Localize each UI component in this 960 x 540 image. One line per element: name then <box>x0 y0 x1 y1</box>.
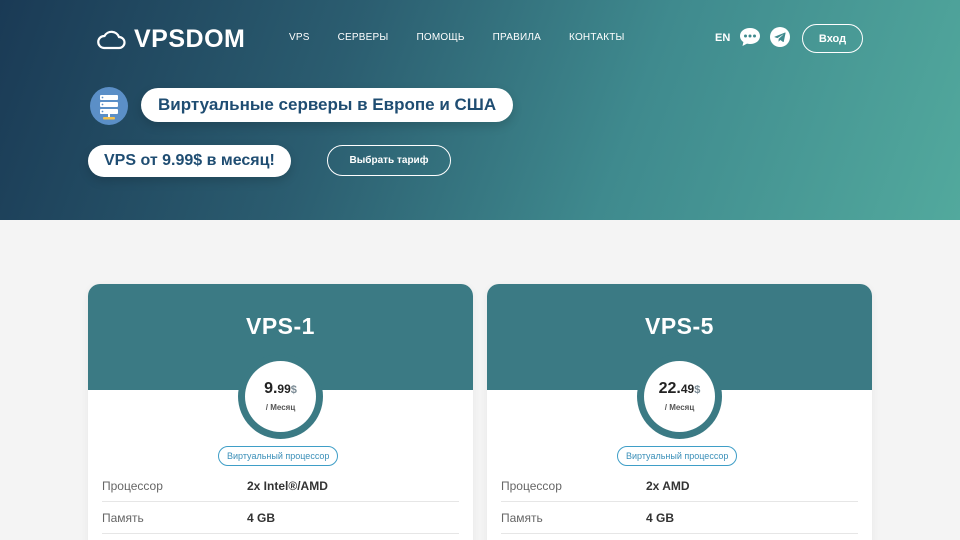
spec-value: 2x Intel®/AMD <box>247 478 328 493</box>
price-badge: 22.49$ / Месяц <box>637 354 722 439</box>
hero-headline: Виртуальные серверы в Европе и США <box>141 88 514 122</box>
spec-value: 2x AMD <box>646 478 690 493</box>
price-value: 9.99$ <box>264 380 297 397</box>
price-period: / Месяц <box>664 403 695 412</box>
cloud-icon <box>97 30 126 49</box>
nav-item-vps[interactable]: VPS <box>289 32 310 43</box>
server-icon <box>90 87 128 125</box>
price-value: 22.49$ <box>658 380 701 397</box>
spec-label: Процессор <box>102 478 163 493</box>
price-badge: 9.99$ / Месяц <box>238 354 323 439</box>
chat-bubble-icon[interactable] <box>739 27 761 47</box>
price-period: / Месяц <box>265 403 296 412</box>
choose-plan-button[interactable]: Выбрать тариф <box>327 145 451 176</box>
brand-name: VPSDOM <box>134 25 246 53</box>
spec-row-cpu: Процессор 2x Intel®/AMD <box>102 470 459 502</box>
nav-item-contacts[interactable]: КОНТАКТЫ <box>569 32 625 43</box>
hero-banner: VPSDOM VPS СЕРВЕРЫ ПОМОЩЬ ПРАВИЛА КОНТАК… <box>0 0 960 220</box>
spec-value: 4 GB <box>646 510 675 525</box>
spec-label: Процессор <box>501 478 562 493</box>
nav-item-help[interactable]: ПОМОЩЬ <box>416 32 464 43</box>
logo[interactable]: VPSDOM <box>96 25 245 54</box>
plan-card: VPS-5 22.49$ / Месяц Виртуальный процесс… <box>487 284 872 540</box>
cpu-type-tag: Виртуальный процессор <box>218 446 339 466</box>
spec-row-memory: Память 4 GB <box>501 502 858 534</box>
spec-label: Память <box>501 510 543 525</box>
plan-name: VPS-5 <box>645 313 714 339</box>
login-button[interactable]: Вход <box>802 24 863 53</box>
hero-price-pitch: VPS от 9.99$ в месяц! <box>88 145 291 177</box>
spec-row-memory: Память 4 GB <box>102 502 459 534</box>
cpu-type-tag: Виртуальный процессор <box>617 446 738 466</box>
spec-value: 4 GB <box>247 510 276 525</box>
spec-row-cpu: Процессор 2x AMD <box>501 470 858 502</box>
plan-name: VPS-1 <box>246 313 315 339</box>
language-switch[interactable]: EN <box>715 32 730 44</box>
nav-item-rules[interactable]: ПРАВИЛА <box>493 32 541 43</box>
plan-card: VPS-1 9.99$ / Месяц Виртуальный процессо… <box>88 284 473 540</box>
main-nav: VPS СЕРВЕРЫ ПОМОЩЬ ПРАВИЛА КОНТАКТЫ <box>289 32 653 43</box>
spec-label: Память <box>102 510 144 525</box>
nav-item-servers[interactable]: СЕРВЕРЫ <box>338 32 389 43</box>
telegram-icon[interactable] <box>770 27 790 47</box>
